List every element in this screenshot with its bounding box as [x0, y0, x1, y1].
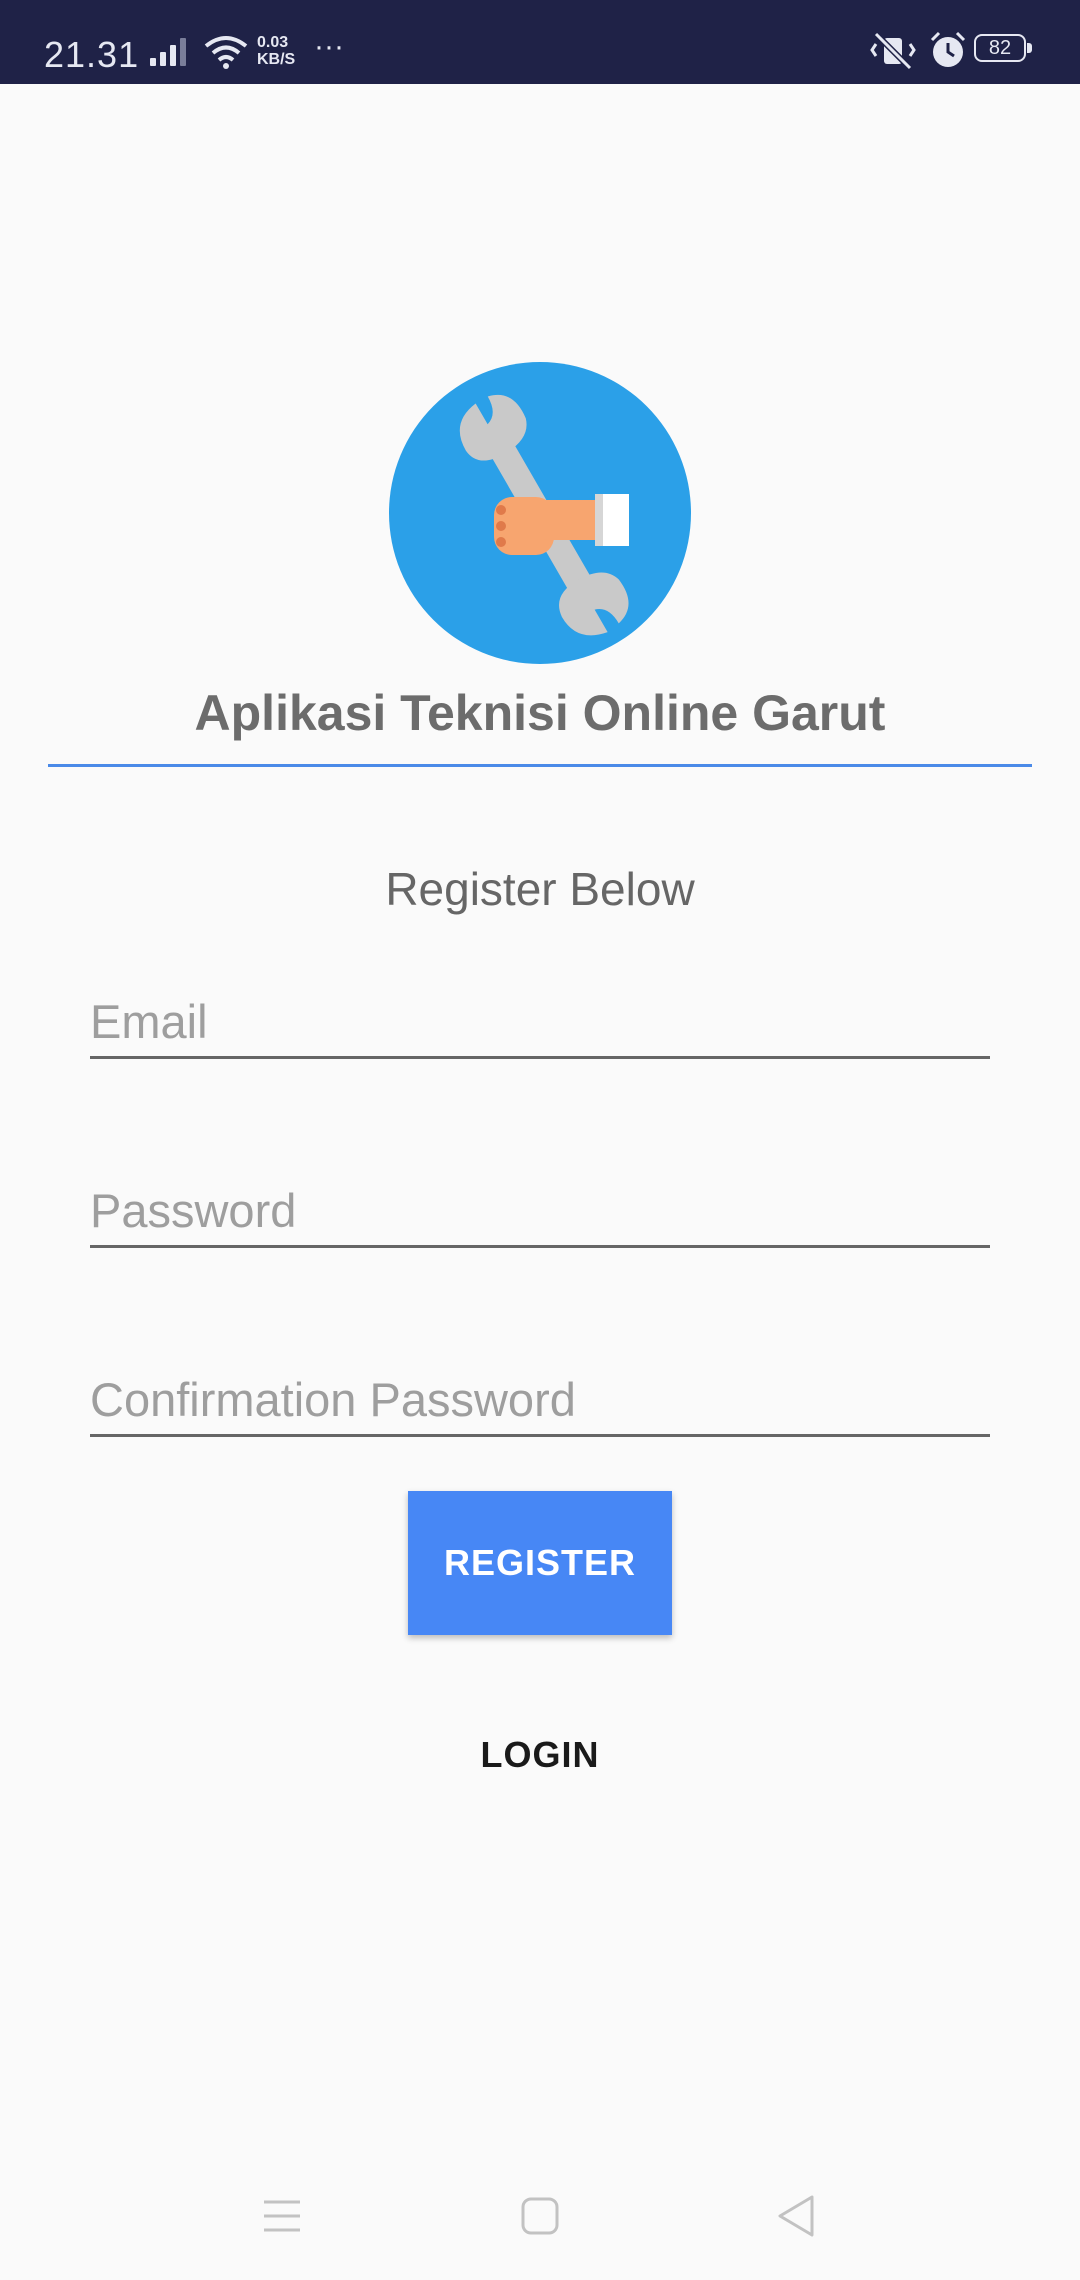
signal-icon — [150, 38, 186, 66]
confirm-password-field[interactable] — [90, 1364, 990, 1437]
menu-icon[interactable] — [262, 2198, 302, 2234]
app-title: Aplikasi Teknisi Online Garut — [194, 685, 886, 741]
password-input[interactable] — [90, 1175, 990, 1245]
network-speed: 0.03 KB/S — [257, 34, 295, 68]
login-button[interactable]: LOGIN — [440, 1720, 640, 1790]
register-button[interactable]: REGISTER — [408, 1491, 672, 1635]
network-speed-value: 0.03 — [257, 34, 289, 51]
form-heading: Register Below — [385, 863, 695, 915]
wifi-icon — [204, 36, 248, 69]
password-field[interactable] — [90, 1175, 990, 1248]
mute-icon — [870, 31, 916, 70]
back-icon[interactable] — [776, 2194, 816, 2238]
navigation-bar — [0, 2170, 1080, 2280]
status-time: 21.31 — [44, 34, 140, 75]
email-input[interactable] — [90, 986, 990, 1056]
confirm-password-input[interactable] — [90, 1364, 990, 1434]
title-divider — [48, 764, 1032, 767]
network-speed-unit: KB/S — [257, 51, 296, 68]
alarm-icon — [930, 31, 966, 67]
home-icon[interactable] — [520, 2196, 560, 2236]
battery-level: 82 — [974, 34, 1026, 62]
more-notifications: ··· — [314, 30, 344, 63]
wrench-hand-logo — [389, 362, 691, 664]
status-bar: 21.31 0.03 KB/S ··· 82 — [0, 0, 1080, 84]
battery-icon: 82 — [974, 34, 1034, 66]
email-field[interactable] — [90, 986, 990, 1059]
